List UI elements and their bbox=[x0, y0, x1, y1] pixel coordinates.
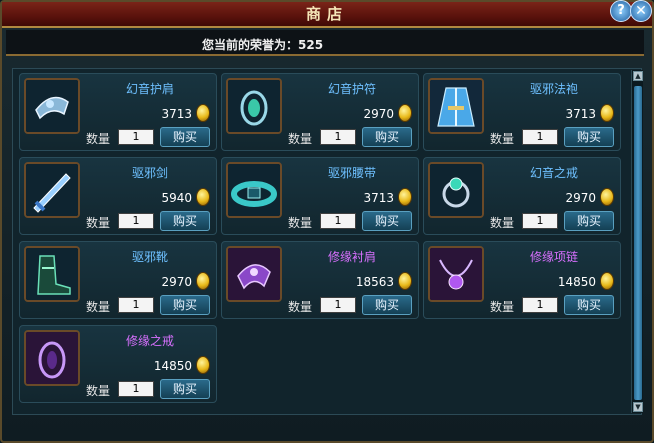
shop-item: 驱邪法袍 3713 数量 1 购买 bbox=[423, 73, 621, 151]
item-name: 幻音护肩 bbox=[125, 82, 174, 96]
buy-button[interactable]: 购买 bbox=[564, 127, 614, 147]
honor-coin-icon bbox=[196, 356, 210, 374]
quantity-label: 数量 bbox=[490, 216, 515, 230]
shop-item: 驱邪靴 2970 数量 1 购买 bbox=[19, 241, 217, 319]
quantity-input[interactable]: 1 bbox=[320, 297, 356, 313]
shop-item: 幻音护符 2970 数量 1 购买 bbox=[221, 73, 419, 151]
buy-button[interactable]: 购买 bbox=[362, 211, 412, 231]
honor-text: 您当前的荣誉为：525 bbox=[202, 38, 324, 52]
buy-button[interactable]: 购买 bbox=[160, 295, 210, 315]
item-list-panel: 幻音护肩 3713 数量 1 购买 幻音护符 2970 数量 1 购买 驱邪法袍 3713 数量 1 购买驱… bbox=[12, 68, 642, 415]
shop-item: 修缘衬肩 18563 数量 1 购买 bbox=[221, 241, 419, 319]
buy-button[interactable]: 购买 bbox=[564, 211, 614, 231]
quantity-input[interactable]: 1 bbox=[522, 297, 558, 313]
quantity-label: 数量 bbox=[86, 300, 111, 314]
quantity-label: 数量 bbox=[86, 384, 111, 398]
honor-coin-icon bbox=[398, 104, 412, 122]
item-name: 修缘衬肩 bbox=[327, 250, 376, 264]
quantity-input[interactable]: 1 bbox=[118, 213, 154, 229]
quantity-input[interactable]: 1 bbox=[118, 381, 154, 397]
item-name: 修缘项链 bbox=[529, 250, 578, 264]
quantity-input[interactable]: 1 bbox=[522, 129, 558, 145]
buy-button[interactable]: 购买 bbox=[362, 127, 412, 147]
item-name: 修缘之戒 bbox=[125, 334, 174, 348]
quantity-input[interactable]: 1 bbox=[320, 129, 356, 145]
quantity-label: 数量 bbox=[288, 300, 313, 314]
item-price: 3713 bbox=[161, 107, 192, 121]
necklace-icon[interactable] bbox=[428, 246, 484, 302]
honor-coin-icon bbox=[600, 104, 614, 122]
shop-window: 商店 ? ✕ 您当前的荣誉为：525 幻音护肩 3713 数量 1 购买 幻音护符 2970… bbox=[0, 0, 654, 443]
shop-item: 驱邪腰带 3713 数量 1 购买 bbox=[221, 157, 419, 235]
purple-ring-icon[interactable] bbox=[24, 330, 80, 386]
quantity-input[interactable]: 1 bbox=[118, 129, 154, 145]
buy-button[interactable]: 购买 bbox=[160, 379, 210, 399]
item-name: 驱邪法袍 bbox=[529, 82, 578, 96]
item-price: 18563 bbox=[355, 275, 394, 289]
quantity-label: 数量 bbox=[288, 216, 313, 230]
item-price: 14850 bbox=[557, 275, 596, 289]
item-name: 驱邪靴 bbox=[131, 250, 168, 264]
shop-item: 修缘之戒 14850 数量 1 购买 bbox=[19, 325, 217, 403]
sword-icon[interactable] bbox=[24, 162, 80, 218]
ring-icon[interactable] bbox=[428, 162, 484, 218]
item-price: 2970 bbox=[565, 191, 596, 205]
item-name: 幻音之戒 bbox=[529, 166, 578, 180]
item-price: 5940 bbox=[161, 191, 192, 205]
honor-coin-icon bbox=[196, 188, 210, 206]
buy-button[interactable]: 购买 bbox=[160, 211, 210, 231]
title-bar[interactable]: 商店 bbox=[2, 2, 652, 28]
shop-item: 修缘项链 14850 数量 1 购买 bbox=[423, 241, 621, 319]
scroll-up-icon[interactable]: ▲ bbox=[633, 71, 643, 81]
item-name: 驱邪剑 bbox=[131, 166, 168, 180]
belt-icon[interactable] bbox=[226, 162, 282, 218]
honor-bar: 您当前的荣誉为：525 bbox=[6, 30, 644, 56]
shop-item: 驱邪剑 5940 数量 1 购买 bbox=[19, 157, 217, 235]
scrollbar[interactable]: ▲ ▼ bbox=[631, 70, 643, 413]
buy-button[interactable]: 购买 bbox=[564, 295, 614, 315]
quantity-label: 数量 bbox=[288, 132, 313, 146]
quantity-input[interactable]: 1 bbox=[320, 213, 356, 229]
item-name: 驱邪腰带 bbox=[327, 166, 376, 180]
quantity-label: 数量 bbox=[86, 132, 111, 146]
amulet-icon[interactable] bbox=[226, 78, 282, 134]
boots-icon[interactable] bbox=[24, 246, 80, 302]
shoulder-pad-icon[interactable] bbox=[226, 246, 282, 302]
quantity-label: 数量 bbox=[86, 216, 111, 230]
quantity-input[interactable]: 1 bbox=[522, 213, 558, 229]
item-price: 14850 bbox=[153, 359, 192, 373]
scroll-thumb[interactable] bbox=[634, 86, 642, 400]
item-price: 2970 bbox=[363, 107, 394, 121]
scroll-down-icon[interactable]: ▼ bbox=[633, 402, 643, 412]
help-icon[interactable]: ? bbox=[610, 0, 632, 22]
robe-icon[interactable] bbox=[428, 78, 484, 134]
buy-button[interactable]: 购买 bbox=[160, 127, 210, 147]
shop-item: 幻音护肩 3713 数量 1 购买 bbox=[19, 73, 217, 151]
item-price: 2970 bbox=[161, 275, 192, 289]
window-title: 商店 bbox=[305, 5, 348, 23]
buy-button[interactable]: 购买 bbox=[362, 295, 412, 315]
item-name: 幻音护符 bbox=[327, 82, 376, 96]
close-icon[interactable]: ✕ bbox=[630, 0, 652, 22]
honor-coin-icon bbox=[398, 272, 412, 290]
honor-coin-icon bbox=[196, 104, 210, 122]
honor-coin-icon bbox=[398, 188, 412, 206]
quantity-label: 数量 bbox=[490, 300, 515, 314]
item-price: 3713 bbox=[565, 107, 596, 121]
quantity-input[interactable]: 1 bbox=[118, 297, 154, 313]
quantity-label: 数量 bbox=[490, 132, 515, 146]
shop-item: 幻音之戒 2970 数量 1 购买 bbox=[423, 157, 621, 235]
item-price: 3713 bbox=[363, 191, 394, 205]
honor-coin-icon bbox=[600, 272, 614, 290]
honor-coin-icon bbox=[600, 188, 614, 206]
shoulder-guard-icon[interactable] bbox=[24, 78, 80, 134]
honor-coin-icon bbox=[196, 272, 210, 290]
